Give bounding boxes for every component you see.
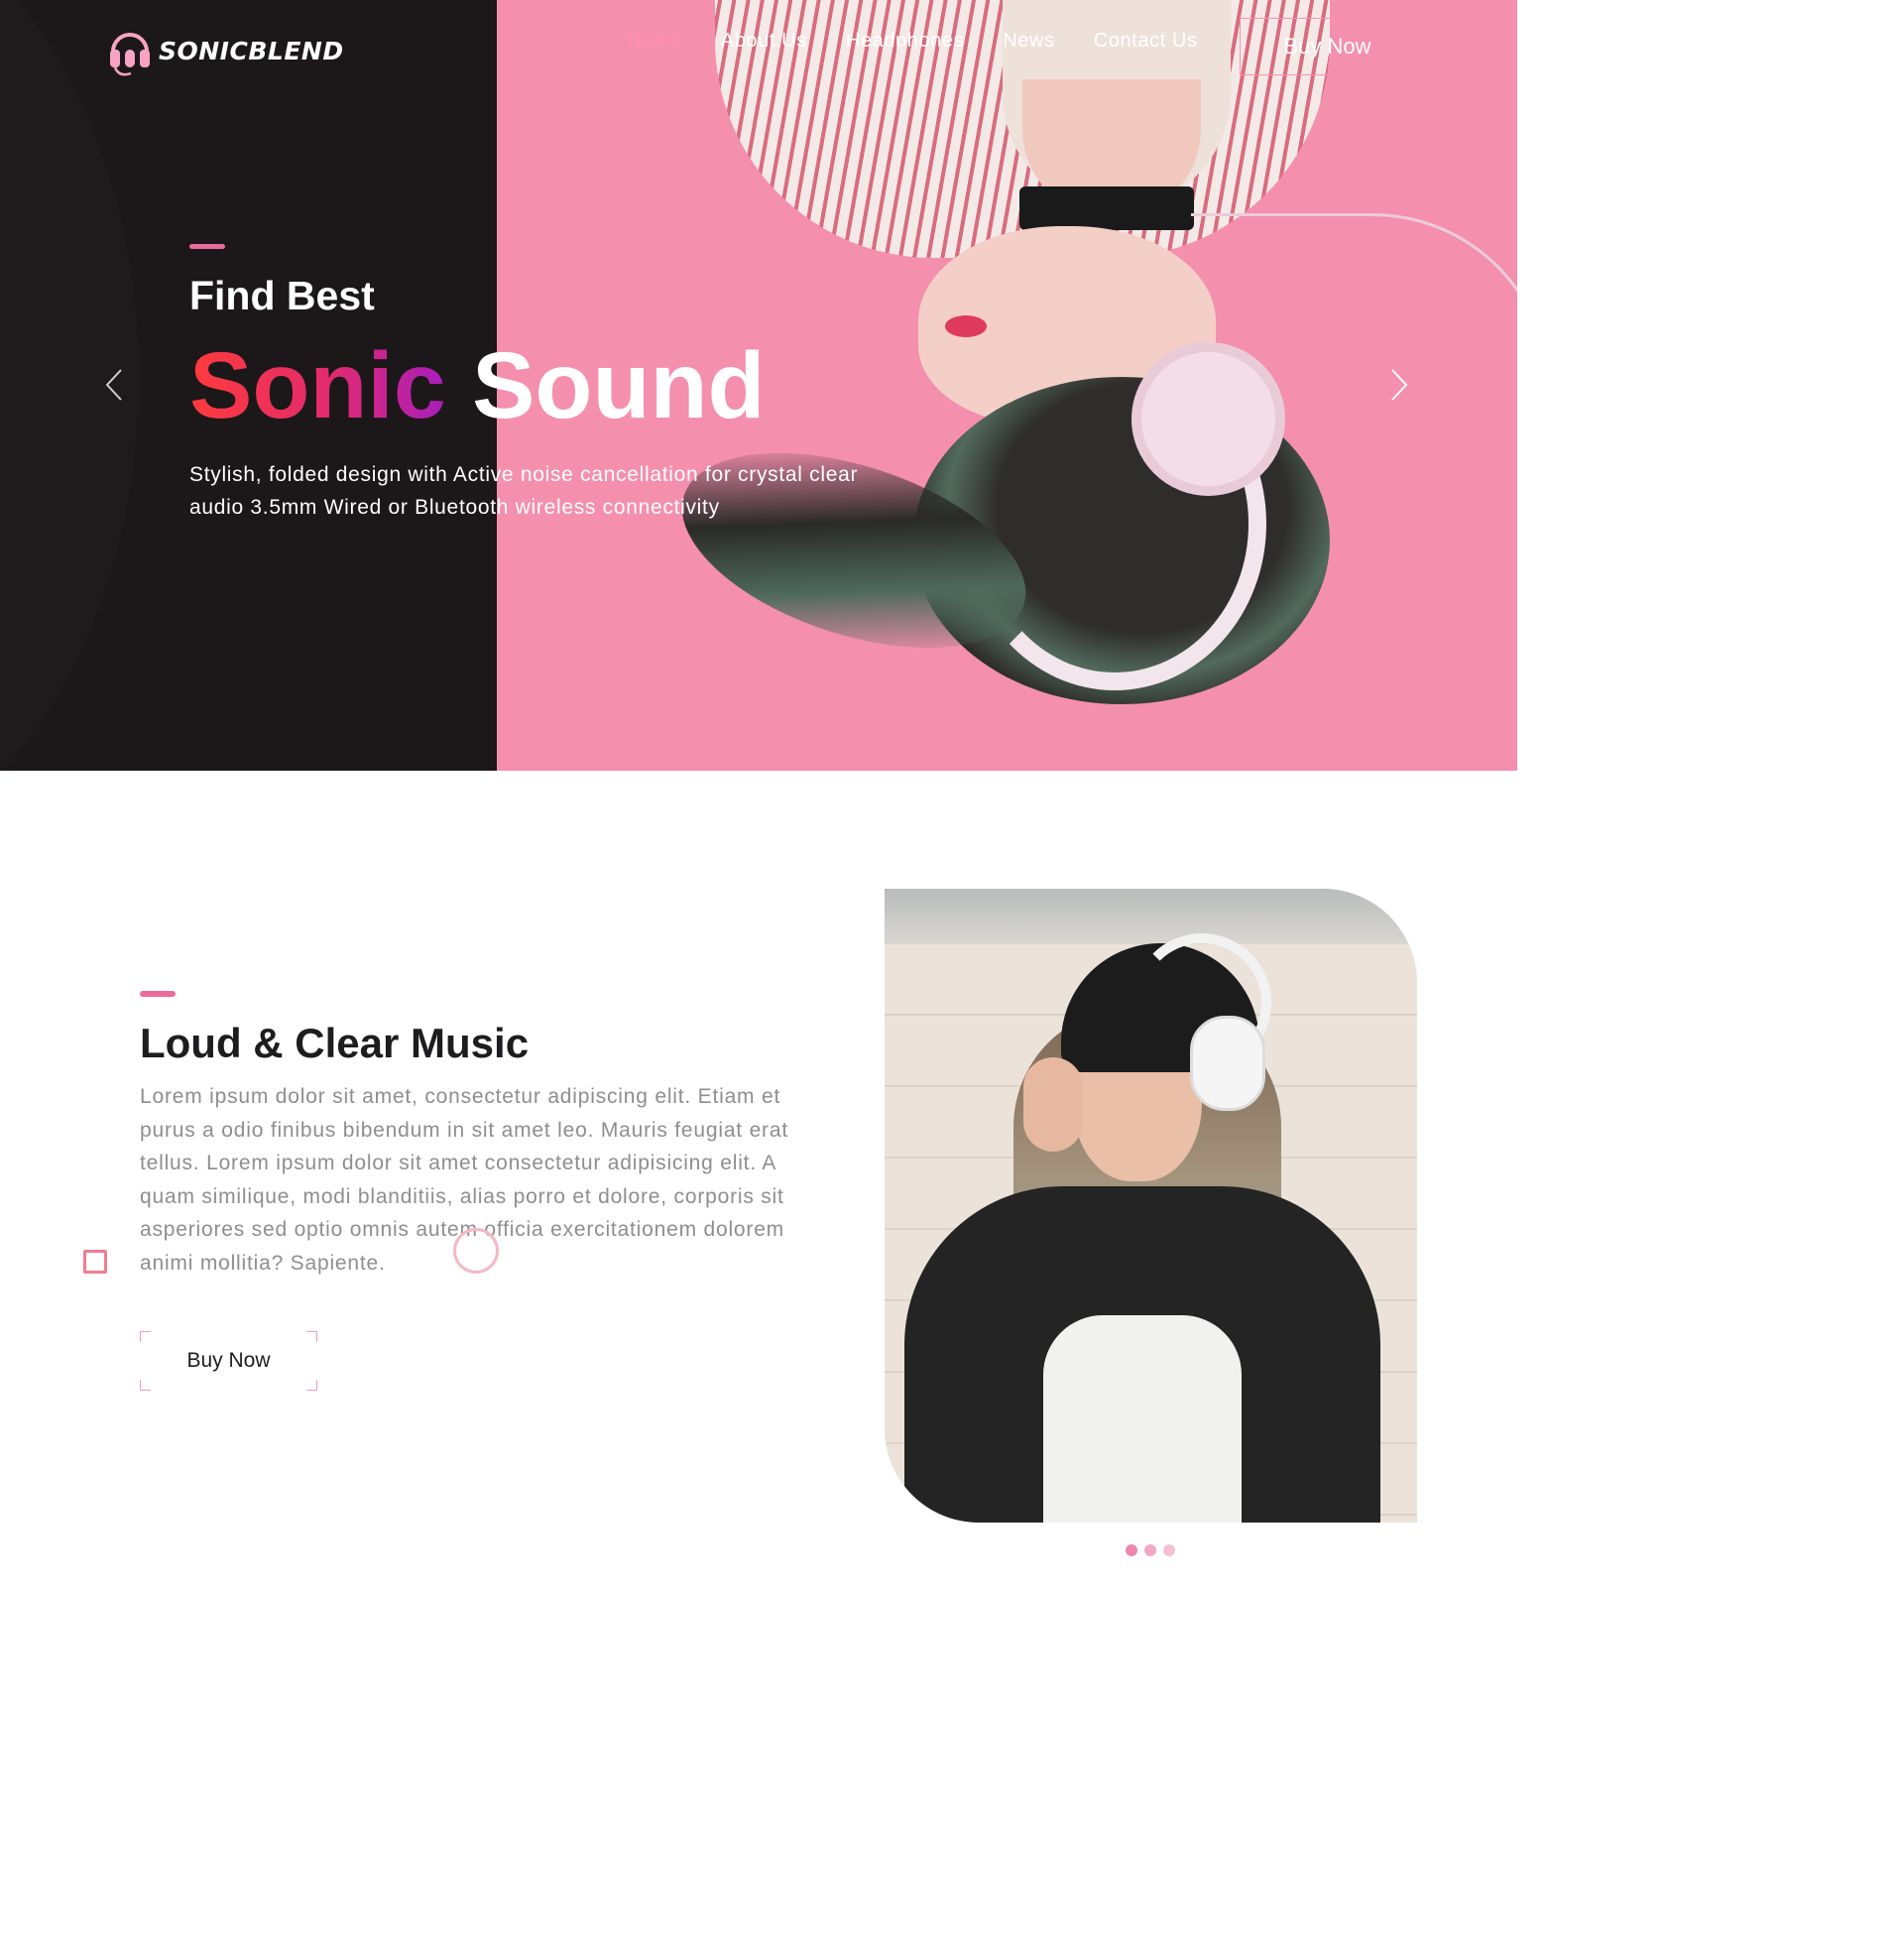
about-image-window bbox=[885, 889, 1417, 944]
decorative-ring bbox=[453, 1228, 499, 1274]
main-nav: Home About Us Headphones News Contact Us bbox=[627, 30, 1237, 53]
nav-headphones[interactable]: Headphones bbox=[846, 30, 964, 53]
hero-title: Sonic Sound bbox=[189, 336, 766, 436]
dot bbox=[1144, 1544, 1156, 1556]
about-title: Loud & Clear Music bbox=[140, 1020, 530, 1066]
nav-contact-us[interactable]: Contact Us bbox=[1094, 30, 1198, 53]
button-corner bbox=[140, 1380, 151, 1391]
hero-kicker: Find Best bbox=[189, 273, 375, 318]
dot bbox=[1126, 1544, 1137, 1556]
about-image bbox=[885, 889, 1417, 1523]
hero-accent-dash bbox=[189, 244, 225, 249]
button-corner bbox=[306, 1331, 317, 1342]
nav-news[interactable]: News bbox=[1003, 30, 1054, 53]
dot bbox=[1163, 1544, 1175, 1556]
button-corner bbox=[140, 1331, 151, 1342]
about-image-headphone-cup bbox=[1190, 1016, 1265, 1111]
headphones-icon bbox=[110, 33, 150, 76]
hero-section: SONICBLEND Home About Us Headphones News… bbox=[0, 0, 1517, 771]
about-buy-now-button[interactable]: Buy Now bbox=[140, 1331, 317, 1391]
brand-name: SONICBLEND bbox=[159, 36, 344, 65]
slider-prev-button[interactable] bbox=[103, 367, 125, 403]
chevron-right-icon bbox=[1391, 369, 1408, 401]
nav-home[interactable]: Home bbox=[627, 30, 682, 53]
about-image-sweater bbox=[1043, 1315, 1242, 1523]
chevron-left-icon bbox=[105, 369, 122, 401]
nav-buy-now-button[interactable]: Buy Now bbox=[1240, 18, 1415, 75]
nav-about-us[interactable]: About Us bbox=[721, 30, 807, 53]
hero-title-highlight: Sonic bbox=[189, 333, 446, 438]
button-corner bbox=[306, 1380, 317, 1391]
hero-image-lips bbox=[945, 315, 987, 337]
decorative-square bbox=[83, 1250, 107, 1274]
about-buy-now-label: Buy Now bbox=[186, 1349, 271, 1372]
hero-description: Stylish, folded design with Active noise… bbox=[189, 463, 859, 519]
hero-title-rest: Sound bbox=[472, 333, 766, 438]
loading-dots bbox=[1126, 1544, 1175, 1556]
brand-logo[interactable]: SONICBLEND bbox=[107, 24, 344, 77]
slider-next-button[interactable] bbox=[1388, 367, 1410, 403]
about-image-hand bbox=[1023, 1057, 1083, 1152]
hero-image-ear-cup bbox=[1131, 342, 1285, 496]
about-accent-dash bbox=[140, 991, 176, 997]
hero-image-choker bbox=[1019, 186, 1194, 230]
